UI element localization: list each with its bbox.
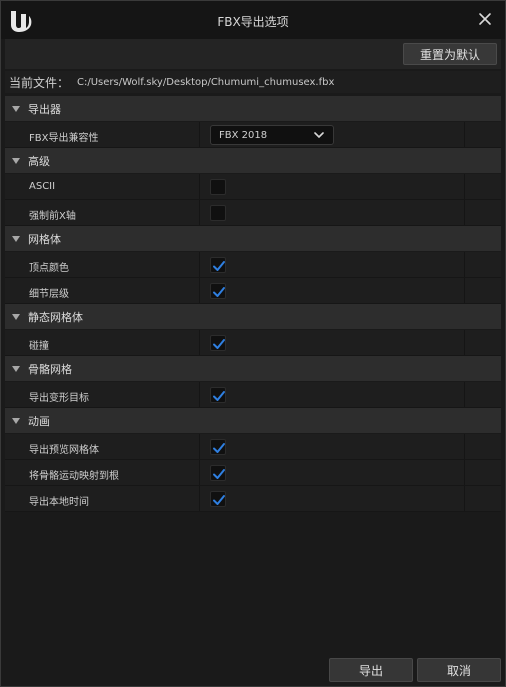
category-static-mesh[interactable]: 静态网格体 [5,304,501,330]
lod-checkbox[interactable] [210,283,226,299]
option-row-local-time: 导出本地时间 [5,486,501,512]
options-panel: 导出器 FBX导出兼容性 FBX 2018 高级 ASCII 强制前X轴 网格体… [5,96,501,512]
option-label: 导出本地时间 [29,497,89,508]
option-label: 顶点颜色 [29,263,69,274]
current-file-row: 当前文件： C:/Users/Wolf.sky/Desktop/Chumumi_… [5,71,501,93]
option-label: 强制前X轴 [29,211,76,222]
ascii-checkbox[interactable] [210,179,226,195]
option-row-preview-mesh: 导出预览网格体 [5,434,501,460]
option-label: ASCII [29,181,56,192]
expand-arrow-icon[interactable] [12,235,20,242]
category-label: 静态网格体 [28,310,83,324]
category-label: 高级 [28,154,50,168]
category-exporter[interactable]: 导出器 [5,96,501,122]
chevron-down-icon [314,132,324,139]
option-row-morph-targets: 导出变形目标 [5,382,501,408]
option-row-collision: 碰撞 [5,330,501,356]
checkmark-icon [213,469,225,479]
select-value: FBX 2018 [219,129,268,141]
option-row-ascii: ASCII [5,174,501,200]
option-row-lod: 细节层级 [5,278,501,304]
checkmark-icon [213,391,225,401]
option-label: 导出变形目标 [29,393,89,404]
checkmark-icon [213,443,225,453]
current-file-path: C:/Users/Wolf.sky/Desktop/Chumumi_chumus… [77,76,335,88]
window-title: FBX导出选项 [217,15,289,29]
cancel-button[interactable]: 取消 [417,658,501,682]
category-advanced[interactable]: 高级 [5,148,501,174]
option-row-force-front-x: 强制前X轴 [5,200,501,226]
checkmark-icon [213,495,225,505]
morph-targets-checkbox[interactable] [210,387,226,403]
option-label: 细节层级 [29,289,69,300]
checkmark-icon [213,261,225,271]
option-label: FBX导出兼容性 [29,133,99,144]
close-icon[interactable] [477,11,493,27]
collision-checkbox[interactable] [210,335,226,351]
category-mesh[interactable]: 网格体 [5,226,501,252]
category-label: 网格体 [28,232,61,246]
expand-arrow-icon[interactable] [12,157,20,164]
expand-arrow-icon[interactable] [12,105,20,112]
force-front-x-checkbox[interactable] [210,205,226,221]
fbx-export-dialog: FBX导出选项 重置为默认 当前文件： C:/Users/Wolf.sky/De… [0,0,506,687]
option-row-fbx-compat: FBX导出兼容性 FBX 2018 [5,122,501,148]
vertex-color-checkbox[interactable] [210,257,226,273]
current-file-label: 当前文件： [9,75,70,90]
option-row-vertex-color: 顶点颜色 [5,252,501,278]
expand-arrow-icon[interactable] [12,417,20,424]
category-animation[interactable]: 动画 [5,408,501,434]
reset-to-default-button[interactable]: 重置为默认 [403,43,497,65]
checkmark-icon [213,287,225,297]
category-label: 骨骼网格 [28,362,72,376]
category-skeletal-mesh[interactable]: 骨骼网格 [5,356,501,382]
option-label: 将骨骼运动映射到根 [29,471,119,482]
title-bar[interactable]: FBX导出选项 [1,1,505,39]
option-label: 导出预览网格体 [29,445,99,456]
export-button[interactable]: 导出 [329,658,413,682]
option-label: 碰撞 [29,341,49,352]
option-row-map-to-root: 将骨骼运动映射到根 [5,460,501,486]
fbx-compat-select[interactable]: FBX 2018 [210,125,334,145]
checkmark-icon [213,339,225,349]
expand-arrow-icon[interactable] [12,365,20,372]
preview-mesh-checkbox[interactable] [210,439,226,455]
category-label: 动画 [28,414,50,428]
category-label: 导出器 [28,102,61,116]
toolbar: 重置为默认 [5,39,501,69]
map-to-root-checkbox[interactable] [210,465,226,481]
expand-arrow-icon[interactable] [12,313,20,320]
local-time-checkbox[interactable] [210,491,226,507]
